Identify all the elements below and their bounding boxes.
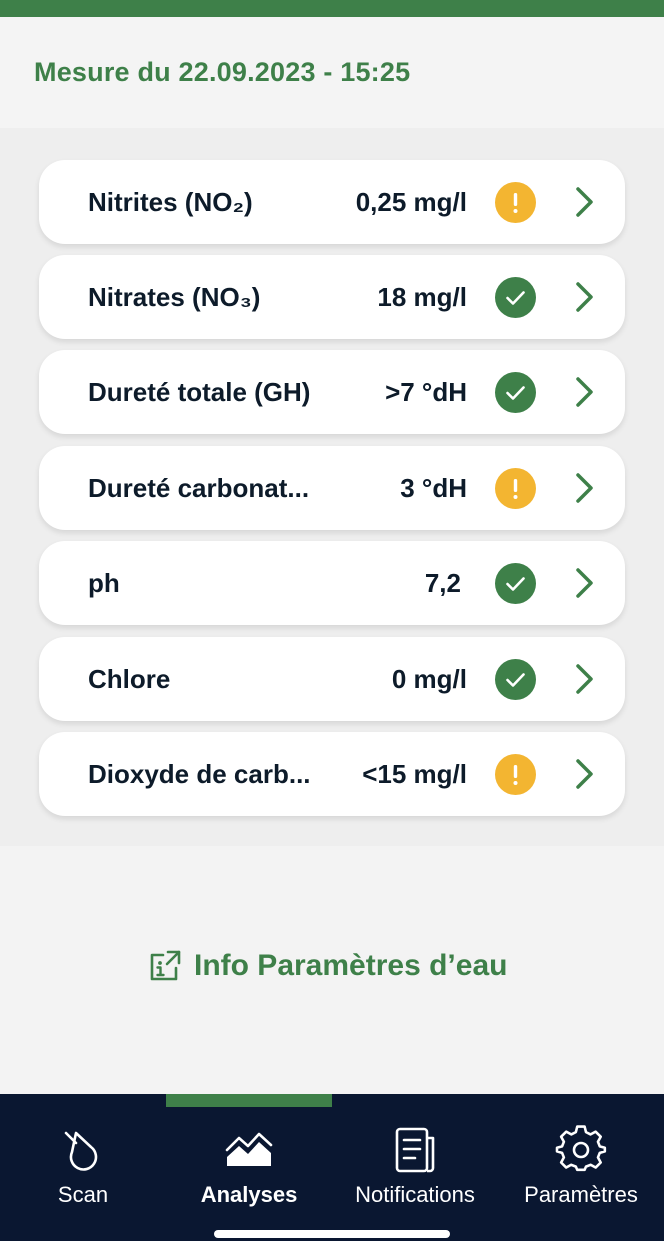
- tab-label: Analyses: [200, 1182, 298, 1207]
- measurement-card-chlorine[interactable]: Chlore 0 mg/l: [39, 637, 625, 721]
- tab-label: Scan: [57, 1182, 109, 1207]
- measurement-card-carbon-dioxide[interactable]: Dioxyde de carb... <15 mg/l: [39, 732, 625, 816]
- check-icon: [495, 563, 536, 604]
- check-icon: [495, 659, 536, 700]
- bottom-tab-bar: Scan Analyses Notifications Paramètres: [0, 1094, 664, 1241]
- measurement-value: 0 mg/l: [391, 664, 467, 694]
- tab-notifications[interactable]: Notifications: [332, 1094, 498, 1241]
- exclamation-icon: [495, 468, 536, 509]
- measurement-name: Dioxyde de carb...: [88, 759, 311, 789]
- measurement-value: 0,25 mg/l: [355, 187, 467, 217]
- tab-label: Paramètres: [524, 1182, 638, 1207]
- home-indicator: [214, 1230, 450, 1238]
- info-link-label: Info Paramètres d’eau: [194, 949, 508, 982]
- check-icon: [495, 372, 536, 413]
- measurement-name: ph: [88, 568, 120, 598]
- tab-label: Notifications: [355, 1182, 475, 1207]
- measurement-card-nitrites[interactable]: Nitrites (NO₂) 0,25 mg/l: [39, 160, 625, 244]
- gear-icon: [555, 1124, 607, 1176]
- measurement-value: >7 °dH: [385, 377, 467, 407]
- chevron-right-icon: [572, 186, 598, 218]
- chevron-right-icon: [572, 472, 598, 504]
- tab-scan[interactable]: Scan: [0, 1094, 166, 1241]
- measurement-name: Nitrites (NO₂): [88, 187, 253, 217]
- chevron-right-icon: [572, 376, 598, 408]
- top-accent-bar: [0, 0, 664, 17]
- exclamation-icon: [495, 754, 536, 795]
- measurement-header: Mesure du 22.09.2023 - 15:25: [0, 17, 664, 128]
- measurement-card-total-hardness[interactable]: Dureté totale (GH) >7 °dH: [39, 350, 625, 434]
- measurement-list: Nitrites (NO₂) 0,25 mg/l Nitrates (NO₃) …: [0, 128, 664, 846]
- measurement-value: 18 mg/l: [377, 282, 467, 312]
- notifications-document-icon: [389, 1124, 441, 1176]
- tab-analyses[interactable]: Analyses: [166, 1094, 332, 1241]
- tab-parametres[interactable]: Paramètres: [498, 1094, 664, 1241]
- analyses-chart-icon: [223, 1124, 275, 1176]
- chevron-right-icon: [572, 663, 598, 695]
- chevron-right-icon: [572, 758, 598, 790]
- measurement-value: 3 °dH: [400, 473, 467, 503]
- info-water-parameters-link[interactable]: Info Paramètres d’eau: [148, 944, 507, 988]
- measurement-card-carbonate-hardness[interactable]: Dureté carbonat... 3 °dH: [39, 446, 625, 530]
- exclamation-icon: [495, 182, 536, 223]
- page-title: Mesure du 22.09.2023 - 15:25: [34, 57, 411, 87]
- scan-drop-icon: [57, 1124, 109, 1176]
- measurement-value: <15 mg/l: [362, 759, 467, 789]
- measurement-name: Dureté carbonat...: [88, 473, 310, 503]
- measurement-name: Dureté totale (GH): [88, 377, 311, 407]
- measurement-card-nitrates[interactable]: Nitrates (NO₃) 18 mg/l: [39, 255, 625, 339]
- chevron-right-icon: [572, 567, 598, 599]
- check-icon: [495, 277, 536, 318]
- measurement-card-ph[interactable]: ph 7,2: [39, 541, 625, 625]
- measurement-value: 7,2: [424, 568, 461, 598]
- chevron-right-icon: [572, 281, 598, 313]
- measurement-name: Nitrates (NO₃): [88, 282, 261, 312]
- measurement-name: Chlore: [88, 664, 171, 694]
- external-info-icon: [148, 949, 182, 983]
